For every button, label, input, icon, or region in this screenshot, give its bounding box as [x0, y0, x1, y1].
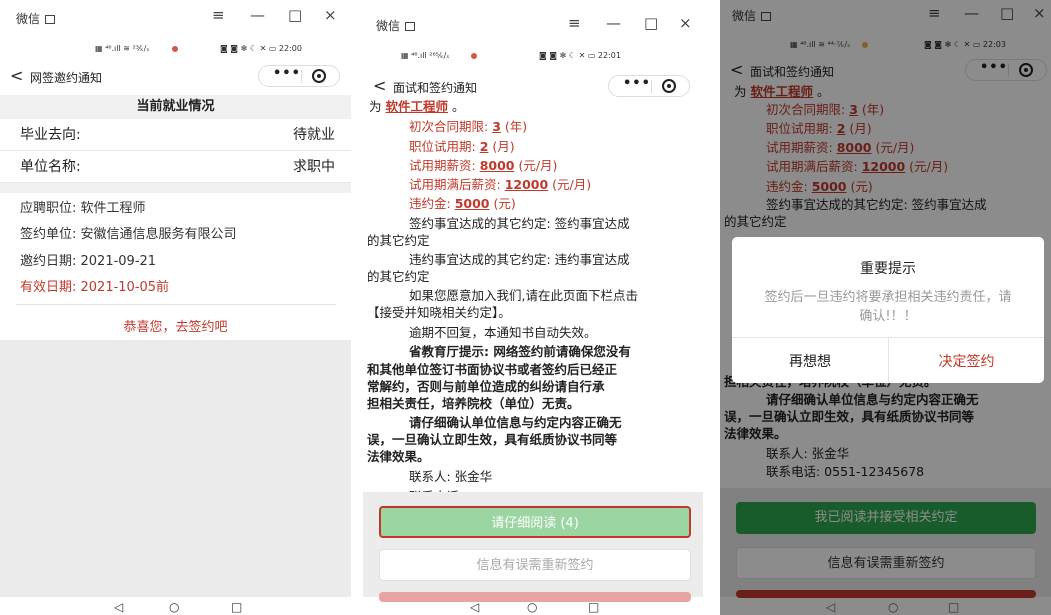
empty-area [0, 340, 351, 597]
info-valid-date: 有效日期: 2021-10-05前 [20, 280, 170, 295]
dialog-title: 重要提示 [860, 261, 916, 277]
nav-home-icon[interactable]: ○ [888, 600, 898, 614]
phone-statusbar: ▦ ⁴⁶.ıll ²⁶⁵⁄ₖ/ₛ ◙ ◙ ✻ ☾ ✕ ▭ 22:01 [363, 47, 703, 65]
row-graduation-destination: 毕业去向: 待就业 [0, 119, 351, 151]
letter-notice: 误，一旦确认立即生效，具有纸质协议书同等 [367, 432, 618, 447]
dialog-message: 签约后一旦违约将要承担相关违约责任，请确认!！！ [764, 290, 1012, 324]
divider [16, 304, 336, 305]
go-sign-link[interactable]: 恭喜您，去签约吧 [0, 316, 351, 335]
phone-statusbar: ▦ ⁴⁶.ıll ≋ ²³⁄ₖ/ₛ ◙ ◙ ✻ ☾ ✕ ▭ 22:00 [0, 40, 351, 58]
back-arrow-icon[interactable]: < [10, 66, 23, 85]
close-button[interactable]: × [679, 14, 692, 32]
section-title: 当前就业情况 [0, 95, 351, 119]
row-label: 单位名称: [20, 159, 81, 175]
page-title: 面试和签约通知 [393, 81, 478, 95]
panel-invitation-notice: 微信 ≡ — □ × ▦ ⁴⁶.ıll ≋ ²³⁄ₖ/ₛ ◙ ◙ ✻ ☾ ✕ ▭… [0, 0, 351, 615]
window-title: 微信 [16, 10, 56, 27]
android-navbar: ◁ ○ □ [0, 600, 351, 615]
row-employer-name: 单位名称: 求职中 [0, 151, 351, 183]
capsule-menu: ••• [258, 65, 340, 87]
more-icon[interactable]: ••• [273, 66, 301, 81]
confirm-sign-button[interactable]: 决定签约 [889, 351, 1044, 371]
letter-notice: 请仔细确认单位信息与约定内容正确无 [409, 415, 622, 430]
close-miniprogram-icon[interactable] [312, 69, 326, 83]
letter-text: 【接受并知晓相关约定】。 [367, 305, 511, 320]
resign-button[interactable]: 信息有误需重新签约 [379, 549, 691, 581]
section-gap [0, 183, 351, 193]
letter-notice: 省教育厅提示: 网络签约前请确保您没有 [409, 344, 631, 359]
menu-button[interactable]: ≡ [212, 6, 225, 24]
letter-position-line: 为 软件工程师 。 [369, 99, 465, 114]
status-right-icons: ◙ ◙ ✻ ☾ ✕ ▭ 22:00 [220, 44, 302, 53]
minimize-button[interactable]: — [250, 6, 265, 24]
mini-program-navbar: < 网签邀约通知 ••• [0, 62, 351, 92]
nav-back-icon[interactable]: ◁ [470, 600, 479, 614]
letter-text: 违约事宜达成的其它约定: 违约事宜达成 [409, 252, 630, 267]
signal-icons: ▦ ⁴⁶.ıll ≋ ²³⁄ₖ/ₛ [95, 44, 150, 53]
nav-back-icon[interactable]: ◁ [826, 600, 835, 614]
signal-icons: ▦ ⁴⁶.ıll ²⁶⁵⁄ₖ/ₛ [401, 51, 450, 60]
capsule-divider [651, 80, 652, 93]
letter-text: 签约事宜达成的其它约定: 签约事宜达成 [409, 216, 630, 231]
close-button[interactable]: × [324, 6, 337, 24]
window-titlebar: 微信 ≡ — □ × [363, 0, 703, 34]
info-position: 应聘职位: 软件工程师 [20, 201, 146, 216]
row-value: 待就业 [293, 127, 335, 143]
back-arrow-icon[interactable]: < [373, 76, 386, 95]
menu-button[interactable]: ≡ [568, 14, 581, 32]
window-pin-icon[interactable] [45, 15, 56, 24]
capsule-divider [301, 70, 302, 83]
letter-text: 逾期不回复，本通知书自动失效。 [409, 325, 597, 340]
row-label: 毕业去向: [20, 127, 81, 143]
window-pin-icon[interactable] [405, 22, 416, 31]
nav-home-icon[interactable]: ○ [169, 600, 179, 614]
letter-text: 的其它约定 [367, 269, 430, 284]
panel-signing-notice: 微信 ≡ — □ × ▦ ⁴⁶.ıll ²⁶⁵⁄ₖ/ₛ ◙ ◙ ✻ ☾ ✕ ▭ … [363, 0, 703, 615]
nav-back-icon[interactable]: ◁ [114, 600, 123, 614]
reconsider-button[interactable]: 再想想 [732, 351, 888, 371]
window-titlebar: 微信 ≡ — □ × [0, 0, 351, 32]
letter-text: 的其它约定 [367, 233, 430, 248]
read-carefully-button[interactable]: 请仔细阅读 (4) [379, 506, 691, 538]
app-notification-icon [471, 53, 477, 59]
info-invite-date: 邀约日期: 2021-09-21 [20, 254, 157, 269]
status-right-icons: ◙ ◙ ✻ ☾ ✕ ▭ 22:01 [539, 51, 621, 60]
letter-notice: 担相关责任，培养院校（单位）无责。 [367, 396, 580, 411]
panel-signing-confirm: 微信 ≡ — □ × ▦ ⁴⁶.ıll ≋ ⁴⁴·⁷⁄ₖ/ₛ ◙ ◙ ✻ ☾ ✕… [720, 0, 1051, 615]
more-icon[interactable]: ••• [623, 76, 651, 91]
letter-notice: 和其他单位签订书面协议书或者签约后已经正 [367, 362, 618, 377]
probation-salary-line: 试用期薪资: 8000 (元/月) [409, 158, 558, 173]
nav-home-icon[interactable]: ○ [527, 600, 537, 614]
nav-recent-icon[interactable]: □ [231, 600, 242, 614]
close-miniprogram-icon[interactable] [662, 79, 676, 93]
contact-person: 联系人: 张金华 [409, 469, 493, 484]
info-employer: 签约单位: 安徽信通信息服务有限公司 [20, 227, 237, 242]
row-value: 求职中 [293, 159, 335, 175]
nav-recent-icon[interactable]: □ [948, 600, 959, 614]
maximize-button[interactable]: □ [644, 14, 658, 32]
window-title: 微信 [376, 17, 416, 34]
maximize-button[interactable]: □ [288, 6, 302, 24]
android-navbar: ◁ ○ □ [720, 600, 1051, 615]
penalty-line: 违约金: 5000 (元) [409, 196, 516, 211]
letter-text: 如果您愿意加入我们,请在此页面下栏点击 [409, 288, 638, 303]
screenshot-composite: 微信 ≡ — □ × ▦ ⁴⁶.ıll ≋ ²³⁄ₖ/ₛ ◙ ◙ ✻ ☾ ✕ ▭… [0, 0, 1051, 615]
regular-salary-line: 试用期满后薪资: 12000 (元/月) [409, 177, 592, 192]
confirm-dialog: 重要提示 签约后一旦违约将要承担相关违约责任，请确认!！！ 再想想 决定签约 [732, 237, 1044, 383]
page-title: 网签邀约通知 [30, 71, 103, 85]
letter-notice: 常解约，否则与前单位造成的纠纷请自行承 [367, 379, 605, 394]
android-navbar: ◁ ○ □ [363, 600, 703, 615]
app-notification-icon [172, 46, 178, 52]
capsule-menu: ••• [608, 75, 690, 97]
probation-line: 职位试用期: 2 (月) [409, 139, 515, 154]
nav-recent-icon[interactable]: □ [588, 600, 599, 614]
letter-notice: 法律效果。 [367, 449, 430, 464]
contract-term-line: 初次合同期限: 3 (年) [409, 119, 528, 134]
minimize-button[interactable]: — [606, 14, 621, 32]
